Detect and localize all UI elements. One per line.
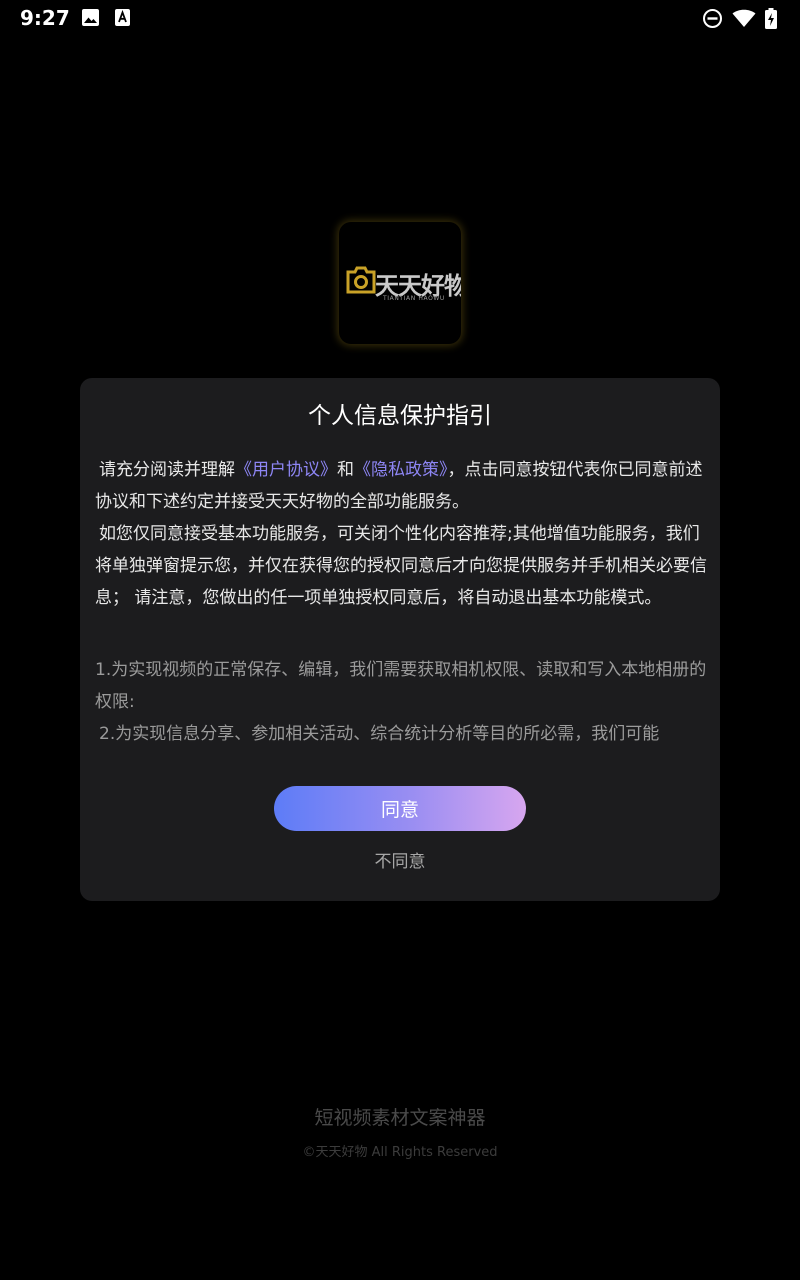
- dialog-paragraph-1: 请充分阅读并理解《用户协议》和《隐私政策》，点击同意按钮代表你已同意前述协议和下…: [95, 454, 707, 518]
- permission-item-1: 1.为实现视频的正常保存、编辑，我们需要获取相机权限、读取和写入本地相册的权限:: [95, 660, 707, 712]
- dialog-paragraph-2: 如您仅同意接受基本功能服务，可关闭个性化内容推荐;其他增值功能服务，我们将单独弹…: [95, 524, 707, 608]
- para1-pre: 请充分阅读并理解: [99, 460, 235, 480]
- camera-logo-icon: [346, 266, 376, 294]
- status-time: 9:27: [20, 6, 70, 30]
- a-notification-icon: [115, 9, 130, 26]
- user-agreement-link[interactable]: 《用户协议》: [235, 460, 337, 480]
- battery-charging-icon: [765, 8, 777, 29]
- do-not-disturb-icon: [703, 9, 722, 28]
- footer-slogan: 短视频素材文案神器: [314, 1107, 486, 1129]
- status-bar: 9:27: [0, 0, 800, 36]
- footer-copyright: ©天天好物 All Rights Reserved: [302, 1145, 498, 1160]
- agree-button[interactable]: 同意: [274, 786, 526, 831]
- app-logo: 天天好物 TIANTIAN HAOWU: [339, 222, 461, 344]
- privacy-dialog: 个人信息保护指引 请充分阅读并理解《用户协议》和《隐私政策》，点击同意按钮代表你…: [80, 378, 720, 901]
- logo-subtext: TIANTIAN HAOWU: [383, 295, 445, 302]
- disagree-button[interactable]: 不同意: [80, 847, 720, 872]
- image-icon: [82, 9, 99, 26]
- wifi-icon: [732, 9, 756, 27]
- dialog-title: 个人信息保护指引: [308, 403, 492, 429]
- privacy-policy-link[interactable]: 《隐私政策》: [354, 460, 448, 480]
- permission-item-2: 2.为实现信息分享、参加相关活动、综合统计分析等目的所必需，我们可能: [99, 724, 660, 744]
- para1-mid: 和: [337, 460, 354, 480]
- dialog-main-text: 请充分阅读并理解《用户协议》和《隐私政策》，点击同意按钮代表你已同意前述协议和下…: [95, 454, 707, 614]
- permission-list[interactable]: 1.为实现视频的正常保存、编辑，我们需要获取相机权限、读取和写入本地相册的权限:…: [95, 654, 707, 750]
- screen: 9:27 天天好物 TIANTIAN HAOWU 个人信息保护指引 请充分阅读并…: [0, 0, 800, 1280]
